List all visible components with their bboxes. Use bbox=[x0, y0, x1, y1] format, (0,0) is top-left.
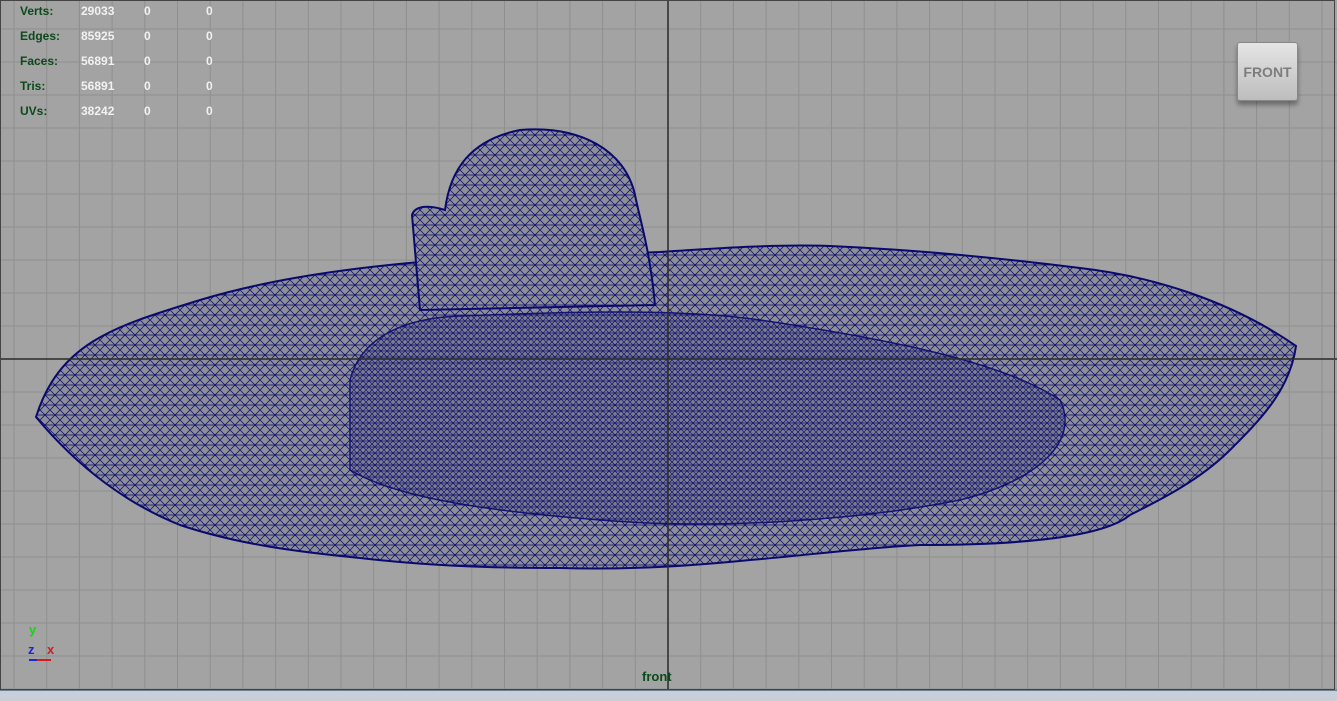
hud-value: 0 bbox=[144, 29, 151, 43]
scene-canvas[interactable] bbox=[0, 0, 1337, 700]
axis-z-line bbox=[29, 659, 37, 661]
hud-value: 56891 bbox=[81, 79, 115, 93]
hud-value: 0 bbox=[206, 104, 213, 118]
hud-value: 56891 bbox=[81, 54, 115, 68]
axis-y-label: y bbox=[29, 622, 37, 637]
mesh-boulder bbox=[410, 128, 657, 312]
hud-value: 38242 bbox=[81, 104, 115, 118]
axis-x-label: x bbox=[47, 642, 55, 657]
hud-label: Edges: bbox=[20, 29, 61, 43]
camera-name-label: front bbox=[642, 669, 672, 684]
hud-value: 85925 bbox=[81, 29, 115, 43]
hud-value: 0 bbox=[206, 29, 213, 43]
hud-label: UVs: bbox=[20, 104, 48, 118]
axis-gizmo: y z x bbox=[25, 622, 65, 667]
hud-value: 29033 bbox=[81, 4, 115, 18]
hud-value: 0 bbox=[206, 54, 213, 68]
hud-label: Tris: bbox=[20, 79, 46, 93]
hud-value: 0 bbox=[206, 4, 213, 18]
hud-value: 0 bbox=[144, 4, 151, 18]
axis-z-label: z bbox=[28, 642, 35, 657]
viewcube-front[interactable]: FRONT bbox=[1237, 42, 1298, 101]
hud-value: 0 bbox=[144, 104, 151, 118]
hud-label: Faces: bbox=[20, 54, 59, 68]
viewcube-label: FRONT bbox=[1243, 63, 1292, 80]
hud-value: 0 bbox=[144, 54, 151, 68]
viewport[interactable]: Verts: 29033 0 0 Edges: 85925 0 0 Faces: 56891 0 0 T… bbox=[0, 0, 1337, 700]
hud-label: Verts: bbox=[20, 4, 54, 18]
hud-value: 0 bbox=[144, 79, 151, 93]
hud-value: 0 bbox=[206, 79, 213, 93]
mesh-wireframe bbox=[34, 128, 1298, 570]
bottom-strip bbox=[0, 690, 1337, 701]
axis-x-line bbox=[37, 659, 51, 661]
